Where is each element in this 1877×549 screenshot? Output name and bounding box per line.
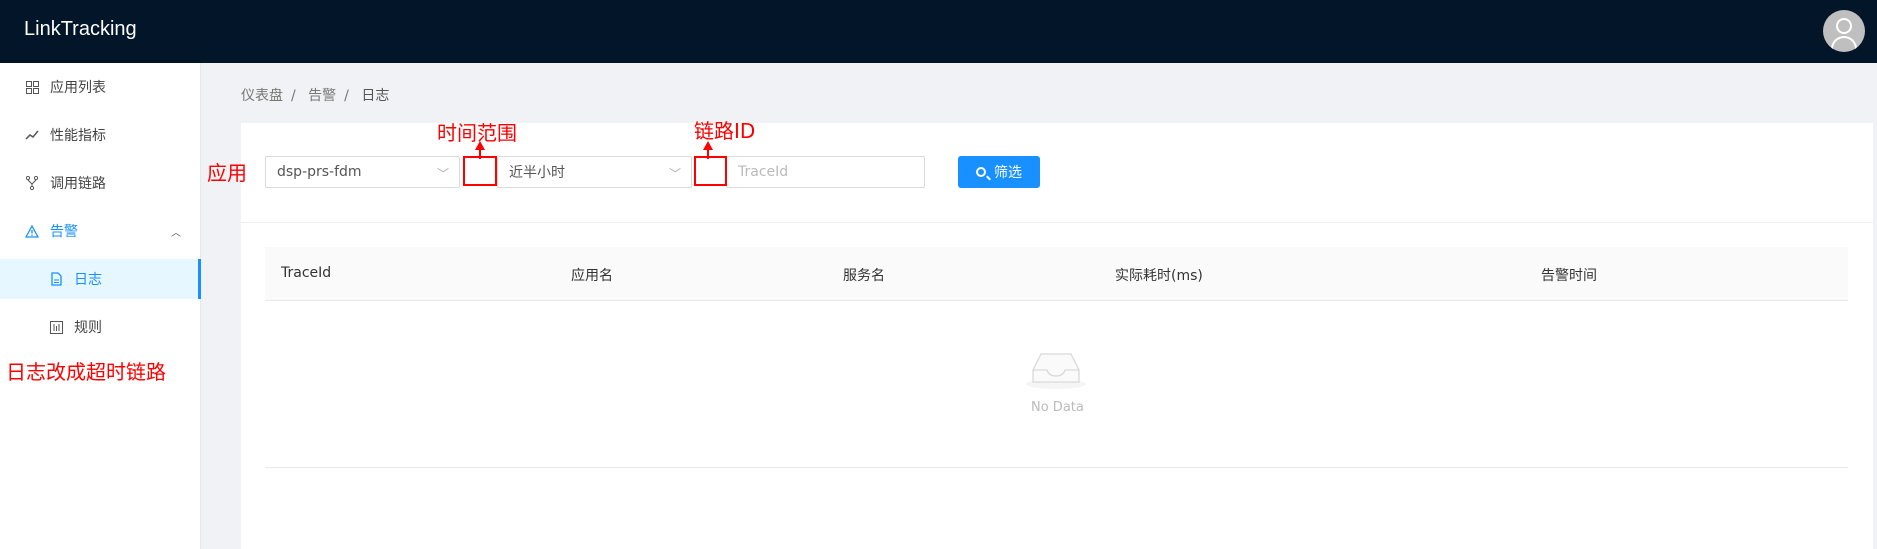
sidebar-item-label: 调用链路 [50, 176, 106, 192]
annotation-arrow-trace [707, 149, 709, 159]
content-card [241, 123, 1873, 549]
sidebar-item-rules[interactable]: 规则 [0, 307, 201, 347]
annotation-arrow-head-time [475, 141, 485, 150]
app-title: LinkTracking [24, 18, 137, 40]
column-header-alert-time: 告警时间 [1541, 268, 1597, 284]
search-icon [976, 167, 986, 177]
sidebar-item-label: 应用列表 [50, 80, 106, 96]
file-icon [48, 271, 64, 287]
chevron-up-icon: ︿ [171, 227, 181, 239]
chevron-down-icon: ﹀ [436, 167, 449, 181]
sidebar-item-label: 日志 [74, 272, 102, 288]
warning-icon [24, 223, 40, 239]
rule-icon [48, 319, 64, 335]
breadcrumb-item[interactable]: 仪表盘 [241, 88, 283, 104]
table-header: TraceId 应用名 服务名 实际耗时(ms) 告警时间 [265, 247, 1848, 301]
app-select-value: dsp-prs-fdm [277, 164, 362, 180]
trend-icon [24, 127, 40, 143]
sidebar-item-performance[interactable]: 性能指标 [0, 115, 201, 155]
chevron-down-icon: ﹀ [668, 167, 681, 181]
annotation-app: 应用 [207, 161, 247, 185]
breadcrumb: 仪表盘 / 告警 / 日志 [241, 85, 397, 105]
sidebar-item-label: 规则 [74, 320, 102, 336]
filter-button-label: 筛选 [994, 165, 1022, 181]
sidebar: 应用列表 性能指标 调用链路 告警 ︿ 日志 规则 [0, 63, 201, 549]
breadcrumb-separator: / [291, 88, 296, 104]
table-bottom-border [265, 467, 1848, 468]
annotation-box-trace [694, 156, 727, 186]
sidebar-item-label: 性能指标 [50, 128, 106, 144]
annotation-trace-id: 链路ID [694, 119, 756, 143]
top-bar: LinkTracking [0, 0, 1877, 63]
sidebar-item-app-list[interactable]: 应用列表 [0, 67, 201, 107]
avatar-head-shape [1836, 18, 1852, 34]
user-avatar[interactable] [1823, 10, 1865, 52]
grid-icon [24, 79, 40, 95]
empty-state-text: No Data [1031, 400, 1084, 415]
avatar-body-shape [1831, 36, 1857, 52]
annotation-arrow-head-trace [703, 141, 713, 150]
annotation-log-note: 日志改成超时链路 [6, 360, 166, 384]
time-range-select-value: 近半小时 [509, 165, 565, 181]
annotation-box-time [463, 156, 497, 186]
column-header-traceid: TraceId [281, 265, 332, 281]
trace-id-placeholder: TraceId [738, 164, 789, 180]
sidebar-item-call-chain[interactable]: 调用链路 [0, 163, 201, 203]
column-header-duration: 实际耗时(ms) [1115, 268, 1203, 284]
sidebar-item-log[interactable]: 日志 [0, 259, 201, 299]
sidebar-item-alert[interactable]: 告警 ︿ [0, 211, 201, 251]
app-select[interactable]: dsp-prs-fdm ﹀ [265, 156, 460, 188]
breadcrumb-separator: / [344, 88, 349, 104]
breadcrumb-current: 日志 [361, 88, 390, 104]
trace-id-input[interactable]: TraceId [726, 156, 925, 188]
filters-divider [241, 222, 1873, 223]
time-range-select[interactable]: 近半小时 ﹀ [497, 156, 692, 188]
breadcrumb-item[interactable]: 告警 [308, 88, 336, 104]
sidebar-item-label: 告警 [50, 224, 78, 240]
annotation-arrow-time [479, 149, 481, 159]
branch-icon [24, 175, 40, 191]
empty-inbox-icon [1026, 353, 1086, 389]
column-header-service-name: 服务名 [843, 268, 885, 284]
filter-button[interactable]: 筛选 [958, 156, 1040, 188]
column-header-app-name: 应用名 [571, 268, 613, 284]
